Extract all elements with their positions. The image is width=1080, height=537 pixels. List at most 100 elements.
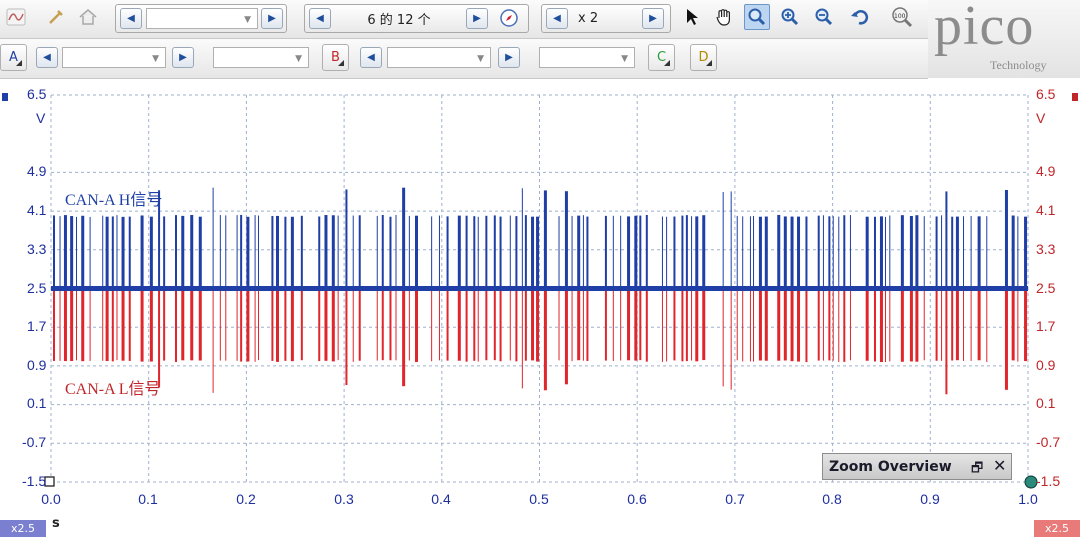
right-tick-3: 3.3 bbox=[1036, 241, 1056, 257]
compass-icon[interactable] bbox=[497, 6, 521, 30]
can-h-pulse-11 bbox=[121, 216, 125, 289]
can-l-pulse-10 bbox=[116, 288, 118, 361]
can-h-pulse-64 bbox=[543, 190, 547, 289]
can-h-pulse-62 bbox=[531, 216, 535, 289]
channel-a-range-dropdown[interactable]: ▼ bbox=[62, 47, 166, 68]
restore-icon[interactable]: 🗗 bbox=[971, 459, 983, 481]
can-h-pulse-32 bbox=[290, 216, 294, 289]
can-l-pulse-124 bbox=[1004, 288, 1008, 390]
zoom-100-icon[interactable]: 100 bbox=[890, 5, 914, 29]
close-icon[interactable]: ✕ bbox=[993, 456, 1006, 475]
can-l-pulse-3 bbox=[70, 288, 74, 362]
undo-zoom-icon[interactable] bbox=[848, 5, 872, 29]
can-h-pulse-105 bbox=[849, 215, 851, 289]
can-h-pulse-57 bbox=[499, 216, 502, 289]
can-l-pulse-104 bbox=[843, 288, 846, 362]
can-l-pulse-87 bbox=[730, 288, 732, 390]
can-l-pulse-68 bbox=[577, 288, 581, 361]
zoom-factor-prev-button[interactable]: ◀ bbox=[546, 8, 568, 29]
channel-a-range-next[interactable]: ▶ bbox=[172, 47, 194, 68]
can-l-pulse-22 bbox=[219, 288, 221, 361]
hand-tool-icon[interactable] bbox=[712, 5, 736, 29]
can-l-pulse-4 bbox=[76, 288, 78, 361]
right-scale-badge[interactable]: x2.5 bbox=[1034, 520, 1080, 537]
probe-icon[interactable] bbox=[44, 5, 68, 29]
zoom-factor-next-button[interactable]: ▶ bbox=[642, 8, 664, 29]
can-h-pulse-53 bbox=[473, 216, 476, 289]
channel-b-button[interactable]: B bbox=[322, 44, 349, 71]
next-button[interactable]: ▶ bbox=[261, 8, 283, 29]
can-h-pulse-1 bbox=[59, 216, 61, 289]
can-l-pulse-117 bbox=[945, 288, 948, 395]
can-l-pulse-73 bbox=[620, 288, 622, 361]
can-l-pulse-84 bbox=[695, 288, 699, 362]
zoom-factor-group: ◀ x 2 ▶ bbox=[541, 4, 671, 33]
channel-a-axis-marker bbox=[2, 93, 8, 101]
can-l-pulse-79 bbox=[666, 288, 668, 362]
channel-b-range-dropdown[interactable]: ▼ bbox=[387, 47, 491, 68]
can-h-pulse-100 bbox=[822, 215, 824, 289]
can-l-pulse-127 bbox=[1024, 288, 1028, 362]
can-h-pulse-3 bbox=[70, 216, 74, 289]
channel-b-range-next[interactable]: ▶ bbox=[498, 47, 520, 68]
channel-b-coupling-dropdown[interactable]: ▼ bbox=[539, 47, 635, 68]
previous-page-button[interactable]: ◀ bbox=[309, 8, 331, 29]
channel-a-range-prev[interactable]: ◀ bbox=[36, 47, 58, 68]
right-tick-7: 0.1 bbox=[1036, 395, 1056, 411]
left-scale-badge[interactable]: x2.5 bbox=[0, 520, 46, 537]
can-l-pulse-101 bbox=[828, 288, 831, 361]
channel-b-range-prev[interactable]: ◀ bbox=[360, 47, 382, 68]
x-tick-7: 0.7 bbox=[725, 491, 745, 507]
home-icon[interactable] bbox=[76, 5, 100, 29]
can-l-pulse-9 bbox=[111, 288, 114, 362]
right-tick-9: -1.5 bbox=[1036, 473, 1061, 489]
can-h-pulse-116 bbox=[941, 215, 943, 289]
channel-a-button[interactable]: A bbox=[0, 44, 27, 71]
can-h-pulse-120 bbox=[963, 216, 965, 289]
right-axis-unit: V bbox=[1036, 110, 1046, 126]
chevron-down-icon: ▼ bbox=[295, 54, 302, 64]
right-tick-6: 0.9 bbox=[1036, 357, 1056, 373]
capture-dropdown[interactable]: ▼ bbox=[146, 8, 258, 29]
can-h-pulse-12 bbox=[128, 216, 131, 289]
zoom-factor-value: x 2 bbox=[578, 11, 599, 26]
channel-c-button[interactable]: C bbox=[648, 44, 675, 71]
can-l-pulse-8 bbox=[105, 288, 109, 362]
can-l-pulse-109 bbox=[884, 288, 886, 363]
can-l-pulse-92 bbox=[758, 288, 762, 361]
pico-logo: pico Technology bbox=[928, 0, 1080, 78]
can-l-pulse-51 bbox=[457, 288, 461, 361]
next-page-button[interactable]: ▶ bbox=[466, 8, 488, 29]
can-l-pulse-108 bbox=[879, 288, 883, 363]
can-h-pulse-26 bbox=[246, 216, 250, 289]
can-l-pulse-48 bbox=[431, 288, 433, 362]
can-h-pulse-38 bbox=[345, 189, 348, 289]
channel-d-button[interactable]: D bbox=[690, 44, 717, 71]
can-l-pulse-77 bbox=[645, 288, 648, 362]
can-l-pulse-80 bbox=[673, 288, 676, 361]
channel-a-coupling-dropdown[interactable]: ▼ bbox=[213, 47, 309, 68]
can-h-pulse-93 bbox=[764, 216, 768, 289]
zoom-overview-panel[interactable]: Zoom Overview 🗗 ✕ bbox=[822, 453, 1012, 480]
can-l-pulse-94 bbox=[777, 288, 781, 361]
prev-button[interactable]: ◀ bbox=[120, 8, 142, 29]
can-h-pulse-44 bbox=[395, 215, 397, 289]
zoom-out-icon[interactable] bbox=[812, 5, 836, 29]
can-l-pulse-14 bbox=[149, 288, 153, 362]
zoom-in-icon[interactable] bbox=[778, 5, 802, 29]
can-l-pulse-42 bbox=[381, 288, 384, 361]
zoom-tool-icon[interactable] bbox=[744, 4, 770, 30]
can-h-pulse-106 bbox=[865, 216, 869, 289]
can-h-pulse-29 bbox=[271, 215, 274, 289]
can-h-pulse-117 bbox=[945, 191, 948, 289]
channel-b-axis-marker bbox=[1072, 93, 1078, 101]
can-l-pulse-114 bbox=[923, 288, 925, 361]
can-l-pulse-91 bbox=[753, 288, 755, 362]
can-h-pulse-65 bbox=[558, 216, 560, 289]
pointer-tool-icon[interactable] bbox=[680, 5, 704, 29]
waveform-icon[interactable] bbox=[4, 5, 28, 29]
can-l-pulse-35 bbox=[324, 288, 328, 361]
can-h-pulse-60 bbox=[521, 188, 523, 289]
can-h-pulse-84 bbox=[695, 216, 699, 289]
can-l-pulse-100 bbox=[822, 288, 824, 361]
